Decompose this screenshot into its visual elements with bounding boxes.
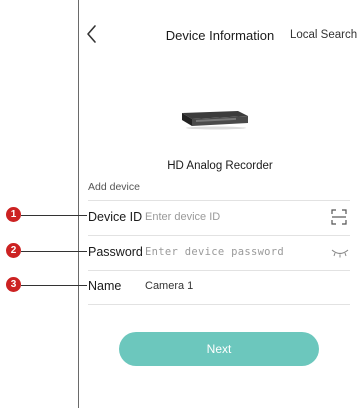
divider	[88, 235, 350, 236]
page-title: Device Information	[165, 28, 275, 43]
name-label: Name	[88, 279, 122, 293]
password-input[interactable]	[145, 246, 325, 258]
callout-badge-3: 3	[6, 277, 21, 292]
back-chevron-icon[interactable]	[83, 23, 103, 45]
add-device-label: Add device	[88, 181, 140, 193]
callout-line-3	[21, 285, 87, 286]
callout-line-2	[21, 251, 87, 252]
callout-badge-2: 2	[6, 243, 21, 258]
name-input[interactable]	[145, 280, 325, 292]
eye-closed-icon[interactable]	[331, 248, 349, 258]
device-id-label: Device ID	[88, 210, 143, 224]
password-label: Password	[88, 245, 143, 259]
divider	[88, 200, 350, 201]
callout-badge-1: 1	[6, 207, 21, 222]
divider	[88, 270, 350, 271]
callout-line-1	[21, 215, 87, 216]
next-button[interactable]: Next	[119, 332, 319, 366]
device-id-input[interactable]	[145, 211, 325, 223]
local-search-link[interactable]: Local Search	[290, 29, 357, 41]
device-type-label: HD Analog Recorder	[167, 160, 273, 172]
divider	[88, 304, 350, 305]
dvr-device-image	[182, 111, 248, 130]
scan-icon[interactable]	[331, 209, 347, 225]
